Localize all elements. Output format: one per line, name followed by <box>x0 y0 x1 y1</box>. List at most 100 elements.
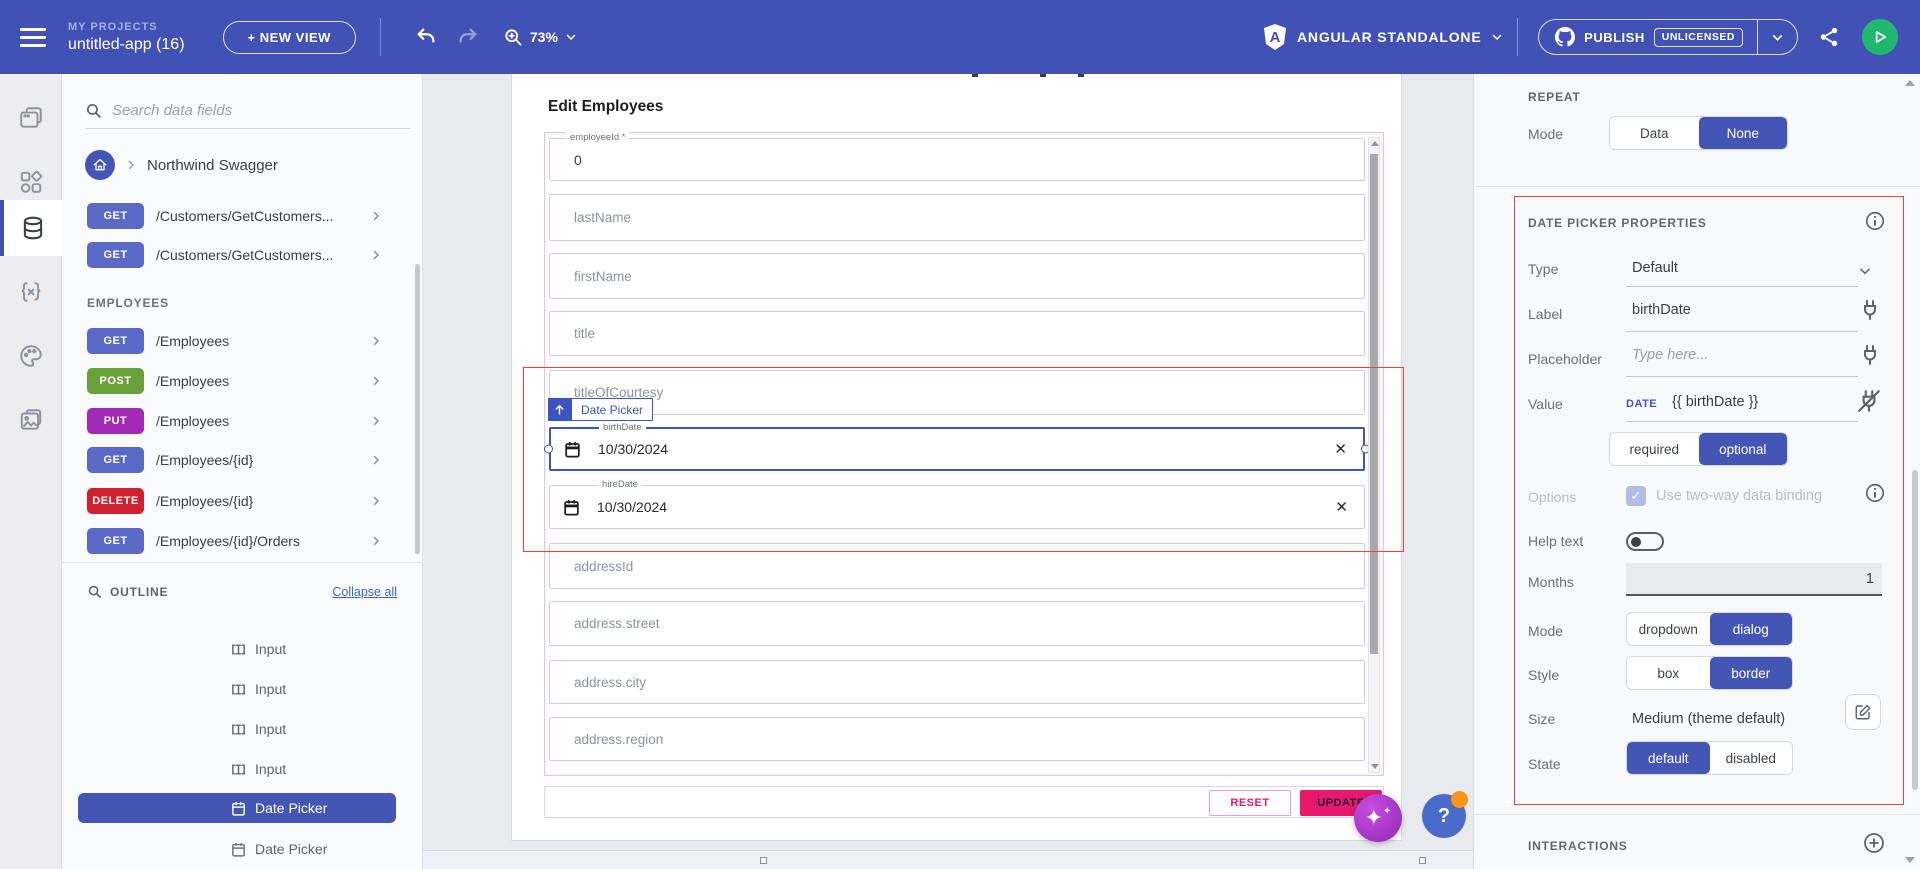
undo-icon[interactable] <box>413 24 439 50</box>
reset-button[interactable]: RESET <box>1209 790 1291 816</box>
calendar-icon[interactable] <box>563 440 582 459</box>
scroll-up-arrow[interactable] <box>1371 141 1379 146</box>
panel-scroll-up-arrow[interactable] <box>1905 80 1915 86</box>
move-up-icon[interactable] <box>548 398 571 421</box>
field-address-region[interactable]: address.region <box>549 717 1365 761</box>
design-page[interactable]: Edit Employees employeeId * 0 lastName f… <box>511 74 1402 841</box>
selected-component-tag[interactable]: Date Picker <box>548 398 653 421</box>
calendar-icon[interactable] <box>562 498 581 517</box>
value-expression[interactable]: {{ birthDate }} <box>1672 394 1758 410</box>
scroll-handle[interactable] <box>760 857 767 864</box>
endpoint-row[interactable]: GET /Employees <box>62 327 422 355</box>
repeat-mode-data-option[interactable]: Data <box>1610 117 1699 149</box>
outline-item-input[interactable]: Input <box>62 714 422 744</box>
field-placeholder: address.street <box>574 616 660 631</box>
mode-dialog-option[interactable]: dialog <box>1710 613 1793 645</box>
data-binding-plug-icon[interactable] <box>1858 298 1882 322</box>
endpoint-row[interactable]: GET /Customers/GetCustomers... <box>62 202 422 230</box>
field-title[interactable]: title <box>549 311 1365 356</box>
hamburger-menu-icon[interactable] <box>20 28 46 47</box>
endpoint-row[interactable]: PUT /Employees <box>62 407 422 435</box>
field-firstName[interactable]: firstName <box>549 253 1365 299</box>
redo-icon[interactable] <box>455 24 481 50</box>
label-input[interactable] <box>1632 302 1842 318</box>
unbind-plug-icon[interactable] <box>1856 388 1882 414</box>
field-address-city[interactable]: address.city <box>549 660 1365 704</box>
optional-option[interactable]: optional <box>1699 433 1788 465</box>
style-border-option[interactable]: border <box>1710 657 1793 689</box>
selection-handle-left[interactable] <box>544 445 553 454</box>
properties-panel: REPEAT Mode Data None DATE PICKER PROPER… <box>1473 74 1920 869</box>
outline-item-input[interactable]: Input <box>62 754 422 784</box>
endpoint-row[interactable]: POST /Employees <box>62 367 422 395</box>
scroll-handle[interactable] <box>1419 857 1426 864</box>
run-app-button[interactable] <box>1862 19 1898 55</box>
zoom-control[interactable]: 73% <box>503 27 577 47</box>
search-input[interactable] <box>112 102 382 119</box>
required-option[interactable]: required <box>1610 433 1699 465</box>
clipped-content-mark <box>972 74 978 77</box>
framework-selector[interactable]: A ANGULAR STANDALONE <box>1263 0 1503 74</box>
help-button[interactable]: ? <box>1422 794 1466 838</box>
share-icon[interactable] <box>1818 26 1840 48</box>
placeholder-input[interactable] <box>1632 347 1842 363</box>
field-addressId[interactable]: addressId <box>549 543 1365 589</box>
rail-item-theme[interactable] <box>0 328 62 384</box>
two-way-binding-checkbox[interactable]: ✓ <box>1626 486 1646 506</box>
field-birthDate-datepicker[interactable]: birthDate 10/30/2024 ✕ <box>549 427 1365 471</box>
field-lastName[interactable]: lastName <box>549 194 1365 241</box>
field-placeholder: title <box>574 326 595 341</box>
collapse-all-link[interactable]: Collapse all <box>332 585 397 599</box>
outline-item-date-picker-selected[interactable]: Date Picker <box>78 793 396 823</box>
add-interaction-icon[interactable] <box>1862 831 1886 855</box>
canvas-horizontal-scrollbar[interactable] <box>423 850 1473 869</box>
info-icon[interactable] <box>1864 482 1886 504</box>
repeat-mode-none-option[interactable]: None <box>1699 117 1788 149</box>
outline-item-date-picker[interactable]: Date Picker <box>62 834 422 864</box>
scrollbar-thumb[interactable] <box>1370 154 1378 654</box>
rail-item-pages[interactable] <box>0 90 62 146</box>
panel-scroll-down-arrow[interactable] <box>1905 857 1915 863</box>
publish-dropdown-button[interactable] <box>1757 20 1797 54</box>
publish-button[interactable]: PUBLISH UNLICENSED <box>1539 20 1757 54</box>
ai-assistant-button[interactable]: ✦✦ <box>1354 794 1402 842</box>
endpoint-row[interactable]: GET /Employees/{id} <box>62 446 422 474</box>
project-title-block[interactable]: MY PROJECTS untitled-app (16) <box>68 21 185 54</box>
outline-item-label: Input <box>255 761 286 777</box>
sidebar-scrollbar[interactable] <box>415 264 420 554</box>
data-fields-search[interactable] <box>85 102 410 129</box>
rail-item-assets[interactable] <box>0 392 62 448</box>
endpoint-row[interactable]: GET /Customers/GetCustomers... <box>62 241 422 269</box>
data-binding-plug-icon[interactable] <box>1858 343 1882 367</box>
field-hireDate-datepicker[interactable]: hireDate 10/30/2024 ✕ <box>549 485 1365 529</box>
panel-scrollbar[interactable] <box>1912 470 1918 790</box>
datasource-row[interactable]: Northwind Swagger <box>85 150 445 180</box>
field-employeeId[interactable]: employeeId * 0 <box>549 138 1365 181</box>
clear-date-icon[interactable]: ✕ <box>1335 498 1348 516</box>
outline-item-input[interactable]: Input <box>62 634 422 664</box>
endpoint-row[interactable]: DELETE /Employees/{id} <box>62 487 422 515</box>
scroll-down-arrow[interactable] <box>1371 764 1379 769</box>
months-input[interactable] <box>1626 563 1882 596</box>
info-icon[interactable] <box>1864 210 1886 232</box>
state-default-option[interactable]: default <box>1627 742 1710 774</box>
edit-size-button[interactable] <box>1845 694 1881 730</box>
state-disabled-option[interactable]: disabled <box>1710 742 1793 774</box>
form-scrollbar[interactable] <box>1368 137 1380 773</box>
search-icon <box>85 102 102 119</box>
page-title[interactable]: Edit Employees <box>548 98 663 116</box>
endpoint-row[interactable]: GET /Employees/{id}/Orders <box>62 527 422 555</box>
field-titleOfCourtesy[interactable]: titleOfCourtesy <box>549 370 1365 415</box>
chevron-down-icon[interactable] <box>1858 264 1872 278</box>
rail-item-data[interactable] <box>0 200 62 256</box>
type-select[interactable]: Default <box>1632 260 1678 276</box>
field-address-street[interactable]: address.street <box>549 601 1365 646</box>
clear-date-icon[interactable]: ✕ <box>1334 440 1347 458</box>
rail-item-code[interactable] <box>0 264 62 320</box>
new-view-button[interactable]: + NEW VIEW <box>223 21 356 54</box>
style-box-option[interactable]: box <box>1627 657 1710 689</box>
edit-employees-form[interactable]: employeeId * 0 lastName firstName title … <box>544 132 1384 776</box>
help-text-toggle[interactable] <box>1626 532 1664 551</box>
outline-item-input[interactable]: Input <box>62 674 422 704</box>
mode-dropdown-option[interactable]: dropdown <box>1627 613 1710 645</box>
